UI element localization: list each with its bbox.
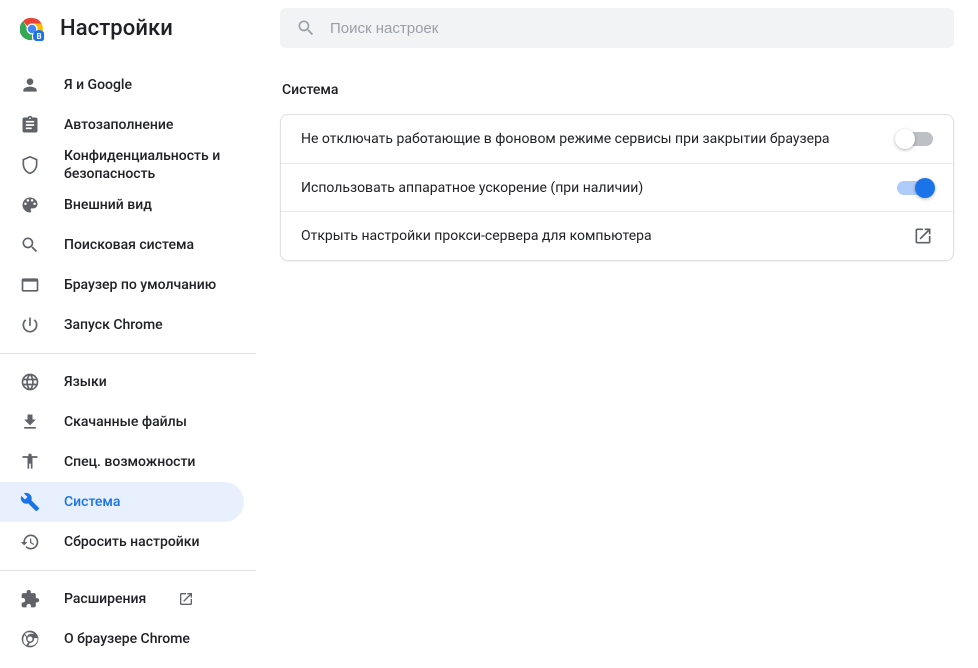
setting-row-background-apps[interactable]: Не отключать работающие в фоновом режиме… <box>281 115 953 163</box>
setting-label: Не отключать работающие в фоновом режиме… <box>301 131 881 147</box>
nav-group-2: Языки Скачанные файлы Спец. возможности … <box>0 354 256 570</box>
sidebar-item-extensions[interactable]: Расширения <box>0 579 244 619</box>
download-icon <box>20 412 40 432</box>
extension-icon <box>20 589 40 609</box>
sidebar-item-label: Внешний вид <box>64 196 152 214</box>
sidebar-item-label: Скачанные файлы <box>64 413 187 431</box>
sidebar-item-label: Языки <box>64 373 107 391</box>
sidebar-item-label: Сбросить настройки <box>64 533 200 551</box>
open-in-new-icon <box>178 591 194 607</box>
browser-icon <box>20 275 40 295</box>
toggle-hardware-accel[interactable] <box>897 181 933 195</box>
setting-label: Открыть настройки прокси-сервера для ком… <box>301 228 897 244</box>
clipboard-icon <box>20 115 40 135</box>
sidebar-item-label: О браузере Chrome <box>64 630 190 648</box>
sidebar-item-label: Расширения <box>64 590 146 608</box>
person-icon <box>20 75 40 95</box>
palette-icon <box>20 195 40 215</box>
nav-group-3: Расширения О браузере Chrome <box>0 571 256 667</box>
sidebar-item-label: Поисковая система <box>64 236 194 254</box>
sidebar-item-autofill[interactable]: Автозаполнение <box>0 105 244 145</box>
search-icon <box>296 18 316 38</box>
sidebar-item-label: Запуск Chrome <box>64 316 163 334</box>
sidebar-item-search-engine[interactable]: Поисковая система <box>0 225 244 265</box>
wrench-icon <box>20 492 40 512</box>
setting-label: Использовать аппаратное ускорение (при н… <box>301 180 881 196</box>
toggle-background-apps[interactable] <box>897 132 933 146</box>
sidebar-item-downloads[interactable]: Скачанные файлы <box>0 402 244 442</box>
sidebar-item-reset[interactable]: Сбросить настройки <box>0 522 244 562</box>
svg-text:B: B <box>36 32 41 41</box>
sidebar-item-label: Спец. возможности <box>64 453 195 471</box>
sidebar-item-label: Я и Google <box>64 76 132 94</box>
sidebar-item-label: Система <box>64 493 120 511</box>
sidebar-item-label: Автозаполнение <box>64 116 173 134</box>
sidebar-item-label: Конфиденциальность и безопасность <box>64 147 224 183</box>
main-content: Система Не отключать работающие в фоново… <box>256 0 978 668</box>
search-input[interactable] <box>330 20 938 37</box>
power-icon <box>20 315 40 335</box>
section-title: Система <box>282 82 954 98</box>
search-bar[interactable] <box>280 8 954 48</box>
sidebar-item-you-and-google[interactable]: Я и Google <box>0 65 244 105</box>
chrome-logo-icon: B <box>20 17 44 41</box>
sidebar-item-accessibility[interactable]: Спец. возможности <box>0 442 244 482</box>
sidebar-item-system[interactable]: Система <box>0 482 244 522</box>
search-icon <box>20 235 40 255</box>
restore-icon <box>20 532 40 552</box>
nav-group-1: Я и Google Автозаполнение Конфиденциальн… <box>0 57 256 353</box>
sidebar: B Настройки Я и Google Автозаполнение Ко… <box>0 0 256 668</box>
sidebar-item-label: Браузер по умолчанию <box>64 276 216 294</box>
accessibility-icon <box>20 452 40 472</box>
sidebar-item-languages[interactable]: Языки <box>0 362 244 402</box>
open-in-new-icon <box>913 226 933 246</box>
sidebar-header: B Настройки <box>0 0 256 57</box>
app-title: Настройки <box>60 16 173 41</box>
globe-icon <box>20 372 40 392</box>
chrome-outline-icon <box>20 629 40 649</box>
sidebar-item-about[interactable]: О браузере Chrome <box>0 619 244 659</box>
sidebar-item-startup[interactable]: Запуск Chrome <box>0 305 244 345</box>
setting-row-hardware-accel[interactable]: Использовать аппаратное ускорение (при н… <box>281 163 953 211</box>
settings-card: Не отключать работающие в фоновом режиме… <box>280 114 954 261</box>
sidebar-item-appearance[interactable]: Внешний вид <box>0 185 244 225</box>
shield-icon <box>20 155 40 175</box>
sidebar-item-default-browser[interactable]: Браузер по умолчанию <box>0 265 244 305</box>
setting-row-proxy[interactable]: Открыть настройки прокси-сервера для ком… <box>281 211 953 260</box>
sidebar-item-privacy[interactable]: Конфиденциальность и безопасность <box>0 145 244 185</box>
